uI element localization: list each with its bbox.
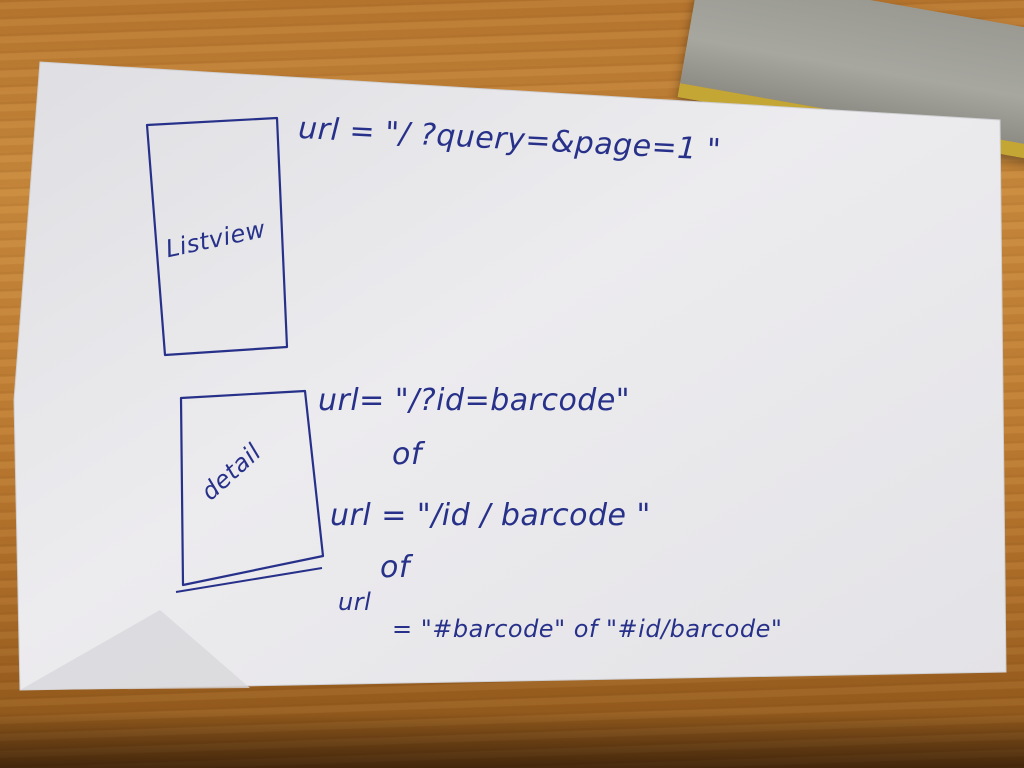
detail-url-path: url = "/id / barcode " [330,498,651,533]
or-label-1: of [392,437,422,472]
or-label-2: of [380,550,410,585]
detail-url-hash: = "#barcode" of "#id/barcode" [392,615,783,643]
detail-url-query: url= "/?id=barcode" [318,383,631,418]
detail-url-hash-label: url [338,588,372,616]
